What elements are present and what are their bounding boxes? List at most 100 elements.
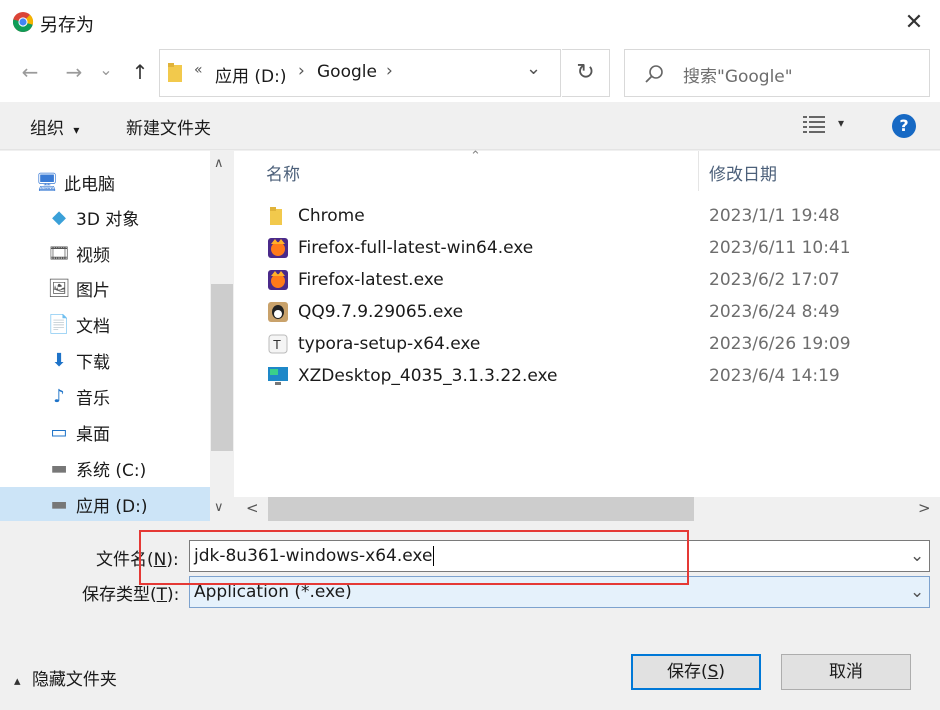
- file-name: Chrome: [298, 206, 365, 226]
- hide-folders-toggle[interactable]: ▴ 隐藏文件夹: [14, 665, 117, 690]
- typora-icon: T: [266, 332, 290, 356]
- file-name: typora-setup-x64.exe: [298, 334, 481, 354]
- column-header-name[interactable]: 名称: [266, 160, 300, 185]
- firefox-icon: [266, 236, 290, 260]
- file-modified-date: 2023/6/11 10:41: [709, 238, 851, 258]
- file-row[interactable]: Firefox-full-latest-win64.exe 2023/6/11 1…: [266, 232, 916, 264]
- file-row[interactable]: Chrome 2023/1/1 19:48: [266, 200, 916, 232]
- filename-history-dropdown-icon[interactable]: ⌄: [910, 541, 924, 571]
- back-button[interactable]: ←: [16, 60, 44, 84]
- scroll-right-button[interactable]: >: [918, 499, 931, 517]
- column-divider[interactable]: [698, 151, 699, 191]
- sidebar-item-label: 此电脑: [64, 174, 115, 195]
- sidebar-item-label: 桌面: [76, 424, 110, 445]
- breadcrumb-separator[interactable]: ›: [298, 61, 305, 81]
- sidebar-item-label: 3D 对象: [76, 209, 140, 230]
- sidebar-item-label: 音乐: [76, 388, 110, 409]
- sidebar-item[interactable]: 🖼 图片: [0, 271, 210, 305]
- hide-folders-label: 隐藏文件夹: [31, 670, 117, 690]
- title-bar: [0, 0, 940, 44]
- drive-icon: ▬: [50, 457, 68, 479]
- file-name: Firefox-latest.exe: [298, 270, 444, 290]
- highlight-annotation-box: [139, 530, 689, 585]
- search-placeholder: 搜索"Google": [683, 67, 793, 87]
- sidebar-item[interactable]: ⬇ 下载: [0, 343, 210, 377]
- sidebar-item[interactable]: ♪ 音乐: [0, 379, 210, 413]
- organize-button[interactable]: 组织 ▾: [30, 114, 79, 139]
- breadcrumb-separator[interactable]: ›: [386, 61, 393, 81]
- file-modified-date: 2023/6/24 8:49: [709, 302, 840, 322]
- sidebar-item[interactable]: ▭ 桌面: [0, 415, 210, 449]
- file-modified-date: 2023/6/2 17:07: [709, 270, 840, 290]
- help-button[interactable]: ?: [892, 114, 916, 138]
- sidebar-item-label: 系统 (C:): [76, 460, 147, 481]
- details-view-icon: [803, 116, 825, 133]
- sidebar-item-label: 图片: [76, 280, 110, 301]
- navigation-pane: 🖥 此电脑 ◆ 3D 对象 🎞 视频 🖼 图片 📄 文档 ⬇ 下载 ♪ 音乐 ▭ 桌面 ▬ 系统 (C:) ▬ 应用 …: [0, 151, 234, 521]
- sidebar-item[interactable]: 🖥 此电脑: [0, 165, 210, 199]
- recent-locations-button[interactable]: ⌄: [96, 58, 116, 82]
- chrome-icon: [12, 12, 34, 33]
- sidebar-item[interactable]: 📄 文档: [0, 307, 210, 341]
- breadcrumb-drive-d[interactable]: 应用 (D:): [215, 62, 287, 87]
- file-name: QQ9.7.9.29065.exe: [298, 302, 464, 322]
- chevron-up-icon: ▴: [14, 674, 21, 689]
- breadcrumb-google[interactable]: Google: [317, 62, 377, 82]
- breadcrumb-overflow[interactable]: «: [194, 62, 203, 78]
- sidebar-item-label: 应用 (D:): [76, 496, 148, 517]
- refresh-button[interactable]: ↻: [562, 49, 610, 97]
- navigation-scrollbar-thumb[interactable]: [211, 284, 233, 451]
- file-modified-date: 2023/1/1 19:48: [709, 206, 840, 226]
- file-row[interactable]: Firefox-latest.exe 2023/6/2 17:07: [266, 264, 916, 296]
- file-name: XZDesktop_4035_3.1.3.22.exe: [298, 366, 558, 386]
- file-name: Firefox-full-latest-win64.exe: [298, 238, 534, 258]
- music-icon: ♪: [53, 385, 65, 407]
- document-icon: 📄: [47, 313, 71, 335]
- cube-icon: ◆: [52, 206, 66, 228]
- download-icon: ⬇: [51, 349, 67, 371]
- file-modified-date: 2023/6/26 19:09: [709, 334, 851, 354]
- sidebar-item[interactable]: 🎞 视频: [0, 236, 210, 270]
- view-options-dropdown-icon[interactable]: ▾: [838, 116, 844, 130]
- filetype-dropdown-icon[interactable]: ⌄: [910, 577, 924, 607]
- folder-icon: [168, 63, 182, 82]
- file-row[interactable]: XZDesktop_4035_3.1.3.22.exe 2023/6/4 14:1…: [266, 360, 916, 392]
- address-dropdown-icon[interactable]: ⌄: [526, 58, 541, 79]
- desktop-icon: ▭: [50, 421, 68, 443]
- cancel-button[interactable]: 取消: [781, 654, 911, 690]
- chevron-down-icon: ▾: [73, 123, 80, 137]
- close-button[interactable]: ✕: [896, 6, 932, 38]
- computer-icon: 🖥: [35, 171, 59, 193]
- scroll-left-button[interactable]: <: [246, 499, 259, 517]
- sort-ascending-icon: ⌃: [470, 149, 481, 164]
- organize-label: 组织: [30, 119, 64, 139]
- search-icon: [645, 65, 663, 83]
- forward-button[interactable]: →: [60, 60, 88, 84]
- up-button[interactable]: ↑: [126, 60, 154, 84]
- qq-icon: [266, 300, 290, 324]
- sidebar-item[interactable]: ▬ 应用 (D:): [0, 487, 210, 521]
- folder-icon: [266, 204, 290, 228]
- xzdesktop-icon: [266, 364, 290, 388]
- sidebar-item-label: 文档: [76, 316, 110, 337]
- scroll-up-button[interactable]: ∧: [214, 156, 224, 171]
- address-bar[interactable]: « 应用 (D:) › Google › ⌄: [159, 49, 561, 97]
- file-row[interactable]: Ttypora-setup-x64.exe 2023/6/26 19:09: [266, 328, 916, 360]
- svg-text:T: T: [273, 337, 281, 352]
- save-button[interactable]: 保存(S): [631, 654, 761, 690]
- sidebar-item-label: 视频: [76, 245, 110, 266]
- firefox-icon: [266, 268, 290, 292]
- sidebar-item[interactable]: ▬ 系统 (C:): [0, 451, 210, 485]
- sidebar-item-label: 下载: [76, 352, 110, 373]
- file-modified-date: 2023/6/4 14:19: [709, 366, 840, 386]
- search-box[interactable]: 搜索"Google": [624, 49, 930, 97]
- scroll-down-button[interactable]: ∨: [214, 500, 224, 515]
- picture-icon: 🖼: [47, 277, 71, 299]
- view-options-button[interactable]: [803, 115, 827, 140]
- sidebar-item[interactable]: ◆ 3D 对象: [0, 200, 210, 234]
- window-title: 另存为: [40, 15, 94, 36]
- horizontal-scrollbar-thumb[interactable]: [268, 497, 694, 521]
- file-row[interactable]: QQ9.7.9.29065.exe 2023/6/24 8:49: [266, 296, 916, 328]
- new-folder-button[interactable]: 新建文件夹: [126, 114, 211, 139]
- column-header-date[interactable]: 修改日期: [709, 160, 777, 185]
